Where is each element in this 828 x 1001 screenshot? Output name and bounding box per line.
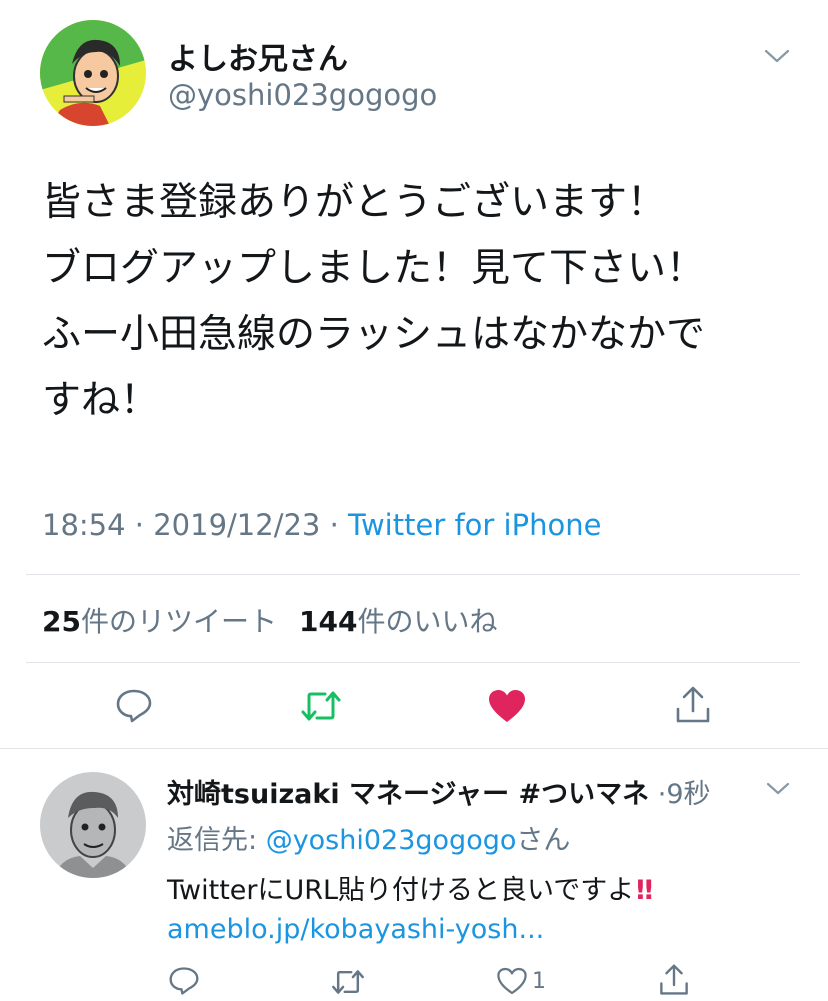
retweet-icon (301, 691, 341, 721)
engagement-stats: 25件のリツイート 144件のいいね (42, 600, 497, 640)
reply-text: TwitterにURL貼り付けると良いですよ!! (167, 868, 655, 907)
double-exclamation-emoji: !! (634, 875, 655, 906)
author-handle[interactable]: @yoshi023gogogo (168, 78, 437, 112)
author-name[interactable]: よしお兄さん (168, 34, 348, 78)
chevron-down-icon[interactable] (762, 46, 792, 70)
author-avatar[interactable] (40, 20, 146, 126)
like-label: 件のいいね (357, 605, 498, 638)
chevron-down-icon[interactable] (764, 780, 792, 802)
like-stat[interactable]: 144件のいいね (299, 605, 497, 638)
tweet-meta: 18:54 · 2019/12/23 · Twitter for iPhone (42, 508, 601, 542)
reply-retweet-button[interactable] (330, 967, 366, 997)
tweet-text-line: ブログアップしました！見て下さい！ (42, 246, 706, 291)
reply-icon (169, 967, 199, 995)
replying-prefix: 返信先: (167, 825, 266, 856)
reply-like-count: 1 (532, 968, 546, 994)
reply-url-link[interactable]: ameblo.jp/kobayashi-yosh... (167, 914, 544, 945)
tweet-text-line: ふー小田急線のラッシュはなかなかで (42, 312, 706, 357)
tweet-date: 2019/12/23 (153, 508, 321, 542)
replying-suffix: さん (516, 825, 571, 856)
like-icon (489, 690, 525, 722)
tweet-time: 18:54 (42, 508, 126, 542)
share-icon (660, 964, 688, 995)
meta-separator: · (125, 508, 154, 542)
reply-icon (116, 689, 152, 723)
retweet-label: 件のリツイート (80, 605, 277, 638)
reply-time: 9秒 (666, 779, 711, 810)
reply-author-avatar[interactable] (40, 772, 146, 878)
tweet-text-line: すね！ (42, 378, 160, 423)
like-count: 144 (298, 605, 358, 638)
retweet-stat[interactable]: 25件のリツイート (42, 605, 277, 638)
tweet-text: 皆さま登録ありがとうございます！ ブログアップしました！見て下さい！ ふー小田急… (42, 170, 802, 434)
share-button[interactable] (671, 684, 715, 726)
reply-author-line: 対崎tsuizaki マネージャー #ついマネ ·9秒 (167, 772, 711, 811)
divider (26, 574, 800, 575)
reply-author-name[interactable]: 対崎tsuizaki マネージャー #ついマネ (167, 779, 649, 810)
like-icon (497, 967, 527, 995)
like-button[interactable] (485, 686, 529, 726)
meta-separator: · (320, 508, 349, 542)
replying-to: 返信先: @yoshi023gogogoさん (167, 818, 570, 857)
replying-handle-link[interactable]: @yoshi023gogogo (266, 825, 517, 856)
reply-like-button[interactable]: 1 (496, 966, 546, 996)
retweet-icon (332, 970, 364, 994)
retweet-count: 25 (42, 605, 81, 638)
reply-button[interactable] (112, 686, 156, 726)
reply-text-body: TwitterにURL貼り付けると良いですよ (167, 875, 635, 906)
tweet-text-line: 皆さま登録ありがとうございます！ (42, 180, 667, 225)
share-icon (676, 686, 710, 723)
retweet-button[interactable] (298, 686, 344, 726)
reply-share-button[interactable] (658, 963, 690, 997)
tweet-source-link[interactable]: Twitter for iPhone (348, 508, 601, 542)
reply-reply-button[interactable] (168, 966, 200, 996)
section-divider (0, 748, 828, 749)
divider (26, 662, 800, 663)
